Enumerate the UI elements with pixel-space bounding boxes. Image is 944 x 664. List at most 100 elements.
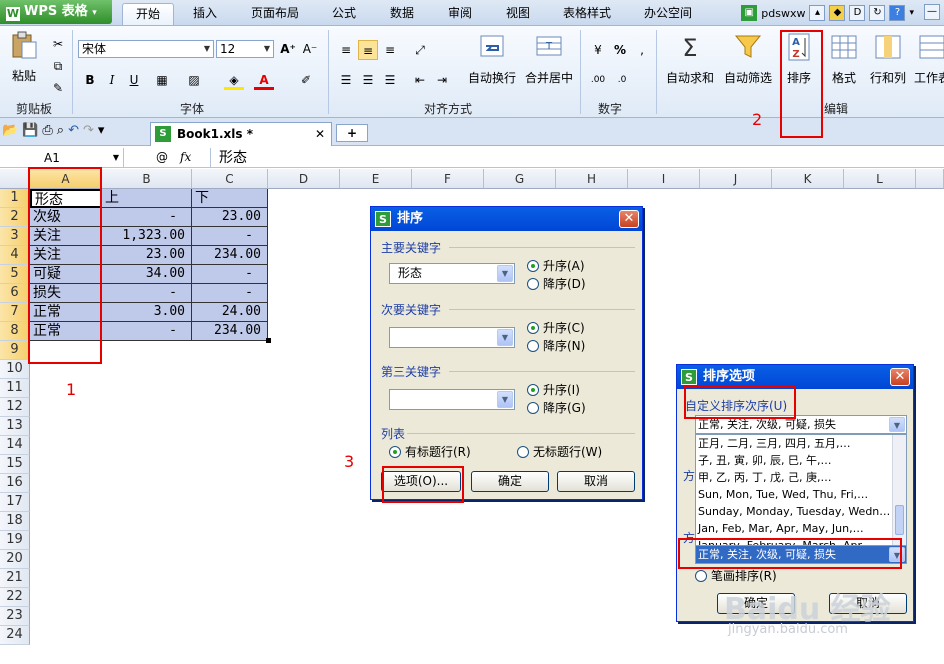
indent-decrease-icon[interactable]: ⇤	[410, 70, 430, 90]
list-item[interactable]: 正月, 二月, 三月, 四月, 五月,…	[696, 435, 906, 452]
table-cell[interactable]: 23.00	[102, 246, 192, 265]
increase-decimal-icon[interactable]: .00	[588, 70, 608, 90]
column-header-d[interactable]: D	[268, 169, 340, 189]
shrink-font-icon[interactable]: A⁻	[300, 39, 320, 59]
row-header[interactable]: 6	[0, 284, 30, 303]
preview-icon[interactable]: ⌕	[57, 123, 64, 138]
table-cell[interactable]: 下	[192, 189, 268, 208]
table-cell[interactable]: -	[102, 284, 192, 303]
table-cell[interactable]: 234.00	[192, 322, 268, 341]
row-header[interactable]: 23	[0, 607, 30, 626]
row-header[interactable]: 20	[0, 550, 30, 569]
merge-center-button[interactable]: T 合并居中	[522, 32, 576, 86]
name-box[interactable]: A1 ▼	[0, 148, 124, 168]
customize-icon[interactable]: ▾	[98, 123, 105, 138]
skin-icon[interactable]: ◆	[829, 5, 846, 21]
list-item[interactable]: Sun, Mon, Tue, Wed, Thu, Fri,…	[696, 486, 906, 503]
row-header[interactable]: 10	[0, 360, 30, 379]
bold-button[interactable]: B	[80, 70, 100, 90]
column-header-f[interactable]: F	[412, 169, 484, 189]
column-header-h[interactable]: H	[556, 169, 628, 189]
row-header[interactable]: 22	[0, 588, 30, 607]
has-header-radio[interactable]: 有标题行(R)	[389, 445, 471, 459]
autosum-button[interactable]: Σ 自动求和	[664, 32, 716, 86]
row-header[interactable]: 4	[0, 246, 30, 265]
list-item[interactable]: 甲, 乙, 丙, 丁, 戊, 己, 庚,…	[696, 469, 906, 486]
row-header[interactable]: 14	[0, 436, 30, 455]
cancel-button[interactable]: 取消	[557, 471, 635, 492]
share-icon[interactable]: ↻	[869, 5, 886, 21]
fill-color-icon[interactable]: ◈	[224, 70, 244, 90]
row-header[interactable]: 3	[0, 227, 30, 246]
tertiary-desc-radio[interactable]: 降序(G)	[527, 401, 586, 415]
app-menu-button[interactable]: W WPS 表格 ▾	[0, 0, 112, 24]
table-cell[interactable]: 3.00	[102, 303, 192, 322]
orientation-icon[interactable]: ⤢	[410, 40, 430, 60]
row-header[interactable]: 16	[0, 474, 30, 493]
list-scrollbar[interactable]	[892, 435, 906, 549]
row-header[interactable]: 5	[0, 265, 30, 284]
column-header-l[interactable]: L	[844, 169, 916, 189]
align-bottom-icon[interactable]: ≡	[380, 40, 400, 60]
font-size-select[interactable]: 12 ▼	[216, 40, 274, 58]
tertiary-key-select[interactable]: ▼	[389, 389, 515, 410]
tab-formula[interactable]: 公式	[320, 3, 368, 25]
italic-button[interactable]: I	[102, 70, 122, 90]
paste-button[interactable]: 粘贴	[4, 30, 44, 84]
chevron-down-icon[interactable]: ▼	[113, 148, 119, 168]
secondary-asc-radio[interactable]: 升序(C)	[527, 321, 585, 335]
table-cell[interactable]: -	[192, 265, 268, 284]
row-header[interactable]: 1	[0, 189, 30, 208]
comma-style-icon[interactable]: ,	[632, 40, 652, 60]
table-cell[interactable]: 23.00	[192, 208, 268, 227]
table-cell[interactable]: 1,323.00	[102, 227, 192, 246]
at-icon[interactable]: @	[156, 150, 168, 164]
tertiary-asc-radio[interactable]: 升序(I)	[527, 383, 580, 397]
secondary-desc-radio[interactable]: 降序(N)	[527, 339, 585, 353]
close-icon[interactable]: ✕	[890, 368, 910, 386]
indent-increase-icon[interactable]: ⇥	[432, 70, 452, 90]
currency-icon[interactable]: ¥	[588, 40, 608, 60]
percent-button[interactable]: %	[610, 40, 630, 60]
row-header[interactable]: 24	[0, 626, 30, 645]
undo-icon[interactable]: ↶	[68, 123, 79, 138]
worksheet-button[interactable]: 工作表	[912, 32, 944, 86]
align-top-icon[interactable]: ≡	[336, 40, 356, 60]
row-header[interactable]: 15	[0, 455, 30, 474]
primary-desc-radio[interactable]: 降序(D)	[527, 277, 586, 291]
align-center-icon[interactable]: ☰	[358, 70, 378, 90]
copy-icon[interactable]: ⧉	[48, 56, 68, 76]
function-icon[interactable]: fx	[180, 150, 191, 164]
border-icon[interactable]: ▦	[152, 70, 172, 90]
column-header-g[interactable]: G	[484, 169, 556, 189]
cut-icon[interactable]: ✂	[48, 34, 68, 54]
open-icon[interactable]: 📂	[2, 123, 18, 138]
print-icon[interactable]: ⎙	[42, 123, 52, 138]
primary-asc-radio[interactable]: 升序(A)	[527, 259, 585, 273]
tab-data[interactable]: 数据	[378, 3, 426, 25]
d-icon[interactable]: D	[849, 5, 866, 21]
row-header[interactable]: 9	[0, 341, 30, 360]
column-header-c[interactable]: C	[192, 169, 268, 189]
fill-handle[interactable]	[266, 338, 271, 343]
select-all-corner[interactable]	[0, 169, 30, 189]
redo-icon[interactable]: ↷	[83, 123, 94, 138]
tab-view[interactable]: 视图	[494, 3, 542, 25]
row-header[interactable]: 12	[0, 398, 30, 417]
align-left-icon[interactable]: ☰	[336, 70, 356, 90]
list-item[interactable]: Jan, Feb, Mar, Apr, May, Jun,…	[696, 520, 906, 537]
column-header-j[interactable]: J	[700, 169, 772, 189]
table-cell[interactable]: 234.00	[192, 246, 268, 265]
stroke-sort-radio[interactable]: 笔画排序(R)	[695, 569, 777, 583]
collapse-icon[interactable]: ▴	[809, 5, 826, 21]
column-header-b[interactable]: B	[102, 169, 192, 189]
user-icon[interactable]: ▣	[741, 5, 758, 21]
wrap-text-button[interactable]: 自动换行	[462, 32, 522, 86]
table-cell[interactable]: -	[192, 227, 268, 246]
minimize-ribbon-icon[interactable]: —	[924, 4, 940, 20]
align-middle-icon[interactable]: ≡	[358, 40, 378, 60]
row-header[interactable]: 17	[0, 493, 30, 512]
row-header[interactable]: 8	[0, 322, 30, 341]
scrollbar-thumb[interactable]	[895, 505, 904, 535]
row-header[interactable]: 7	[0, 303, 30, 322]
